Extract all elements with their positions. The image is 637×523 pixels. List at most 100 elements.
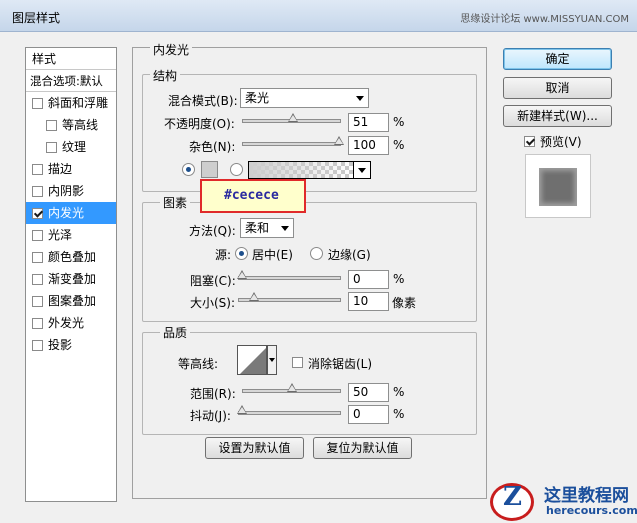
sidebar-item-label: 图案叠加 — [48, 294, 97, 308]
opacity-unit: % — [393, 115, 405, 129]
style-checkbox[interactable] — [46, 119, 57, 131]
antialias-checkbox[interactable] — [292, 357, 303, 368]
method-label: 方法(Q): — [189, 224, 236, 238]
sidebar-item-label: 颜色叠加 — [48, 250, 97, 264]
method-value: 柔和 — [245, 221, 270, 235]
style-checkbox[interactable] — [32, 229, 43, 241]
sidebar-item-label: 斜面和浮雕 — [48, 96, 109, 110]
style-checkbox[interactable] — [32, 185, 43, 197]
source-center-label[interactable]: 居中(E) — [252, 246, 293, 263]
contour-preview[interactable] — [237, 345, 267, 375]
antialias-label[interactable]: 消除锯齿(L) — [308, 355, 372, 372]
opacity-input[interactable]: 51 — [348, 113, 389, 132]
new-style-button[interactable]: 新建样式(W)... — [503, 105, 612, 127]
sidebar-item[interactable]: 内发光 — [26, 202, 116, 224]
source-center-radio[interactable] — [235, 247, 248, 260]
style-checkbox[interactable] — [46, 141, 57, 153]
solid-color-radio[interactable] — [182, 163, 195, 176]
sidebar-item-label: 内阴影 — [48, 184, 85, 198]
contour-dropdown-icon[interactable] — [267, 345, 277, 375]
gradient-radio[interactable] — [230, 163, 243, 176]
sidebar-item[interactable]: 外发光 — [26, 312, 116, 334]
blend-mode-value: 柔光 — [245, 91, 270, 105]
reset-default-button[interactable]: 复位为默认值 — [313, 437, 412, 459]
range-slider[interactable] — [242, 383, 341, 393]
method-select[interactable]: 柔和 — [240, 218, 294, 238]
sidebar-item[interactable]: 光泽 — [26, 224, 116, 246]
style-checkbox[interactable] — [32, 97, 43, 109]
noise-input[interactable]: 100 — [348, 136, 389, 155]
sidebar-item[interactable]: 图案叠加 — [26, 290, 116, 312]
style-checkbox[interactable] — [32, 295, 43, 307]
sidebar-item[interactable]: 渐变叠加 — [26, 268, 116, 290]
jitter-slider[interactable] — [237, 405, 341, 415]
sidebar-item-label: 纹理 — [62, 140, 87, 154]
layer-style-dialog: 样式 混合选项:默认 斜面和浮雕 等高线 纹理 描边 内阴影 内发光 光泽 颜色叠加 渐变叠加图… — [0, 32, 637, 523]
noise-label: 杂色(N): — [189, 140, 236, 154]
jitter-slider-thumb[interactable] — [237, 405, 247, 414]
contour-curve-icon — [240, 348, 266, 374]
style-checkbox[interactable] — [32, 207, 43, 219]
sidebar-item[interactable]: 颜色叠加 — [26, 246, 116, 268]
chevron-down-icon — [356, 96, 364, 101]
sidebar-item[interactable]: 等高线 — [26, 114, 116, 136]
jitter-unit: % — [393, 407, 405, 421]
preview-checkbox[interactable] — [524, 136, 535, 147]
source-label: 源: — [215, 248, 232, 262]
structure-title: 结构 — [150, 67, 181, 84]
style-checkbox[interactable] — [32, 339, 43, 351]
style-checkbox[interactable] — [32, 317, 43, 329]
size-slider-thumb[interactable] — [249, 292, 259, 301]
sidebar-item-label: 外发光 — [48, 316, 85, 330]
noise-unit: % — [393, 138, 405, 152]
glow-color-swatch[interactable] — [201, 161, 218, 178]
opacity-slider[interactable] — [242, 113, 341, 123]
cancel-button[interactable]: 取消 — [503, 77, 612, 99]
range-input[interactable]: 50 — [348, 383, 389, 402]
panel-title: 内发光 — [150, 41, 193, 58]
sidebar-item-label: 等高线 — [62, 118, 99, 132]
sidebar-item[interactable]: 斜面和浮雕 — [26, 92, 116, 114]
blend-options-item[interactable]: 混合选项:默认 — [26, 70, 116, 92]
blend-mode-select[interactable]: 柔光 — [240, 88, 369, 108]
logo-letter: Z — [503, 482, 522, 512]
style-checkbox[interactable] — [32, 251, 43, 263]
color-tooltip: #cecece — [200, 179, 306, 213]
choke-slider[interactable] — [237, 270, 341, 280]
contour-label: 等高线: — [178, 357, 219, 371]
noise-slider[interactable] — [242, 136, 344, 146]
choke-input[interactable]: 0 — [348, 270, 389, 289]
logo-url: herecours.com — [546, 504, 637, 517]
noise-slider-thumb[interactable] — [334, 136, 344, 145]
sidebar-item[interactable]: 描边 — [26, 158, 116, 180]
title-bar: 图层样式 思缘设计论坛 www.MISSYUAN.COM — [0, 0, 637, 32]
preview-label[interactable]: 预览(V) — [540, 133, 582, 150]
source-edge-label[interactable]: 边缘(G) — [328, 246, 371, 263]
range-slider-thumb[interactable] — [287, 383, 297, 392]
size-input[interactable]: 10 — [348, 292, 389, 311]
gradient-dropdown-icon[interactable] — [353, 161, 371, 179]
styles-header[interactable]: 样式 — [26, 48, 116, 70]
sidebar-item[interactable]: 投影 — [26, 334, 116, 356]
size-slider[interactable] — [238, 292, 341, 302]
jitter-input[interactable]: 0 — [348, 405, 389, 424]
style-preview-thumbnail — [525, 154, 591, 218]
style-checkbox[interactable] — [32, 273, 43, 285]
styles-list: 样式 混合选项:默认 斜面和浮雕等高线纹理描边内阴影内发光 光泽颜色叠加渐变叠加图… — [25, 47, 117, 502]
set-default-button[interactable]: 设置为默认值 — [205, 437, 304, 459]
opacity-slider-thumb[interactable] — [288, 113, 298, 122]
source-edge-radio[interactable] — [310, 247, 323, 260]
sidebar-item-label: 渐变叠加 — [48, 272, 97, 286]
sidebar-item-label: 投影 — [48, 338, 73, 352]
sidebar-item[interactable]: 内阴影 — [26, 180, 116, 202]
gradient-picker[interactable] — [248, 161, 354, 179]
sidebar-item[interactable]: 纹理 — [26, 136, 116, 158]
ok-button[interactable]: 确定 — [503, 48, 612, 70]
style-checkbox[interactable] — [32, 163, 43, 175]
size-label: 大小(S): — [190, 296, 236, 310]
range-label: 范围(R): — [190, 387, 236, 401]
choke-slider-thumb[interactable] — [237, 270, 247, 279]
range-unit: % — [393, 385, 405, 399]
preview-swatch — [539, 168, 577, 206]
sidebar-item-label: 描边 — [48, 162, 73, 176]
